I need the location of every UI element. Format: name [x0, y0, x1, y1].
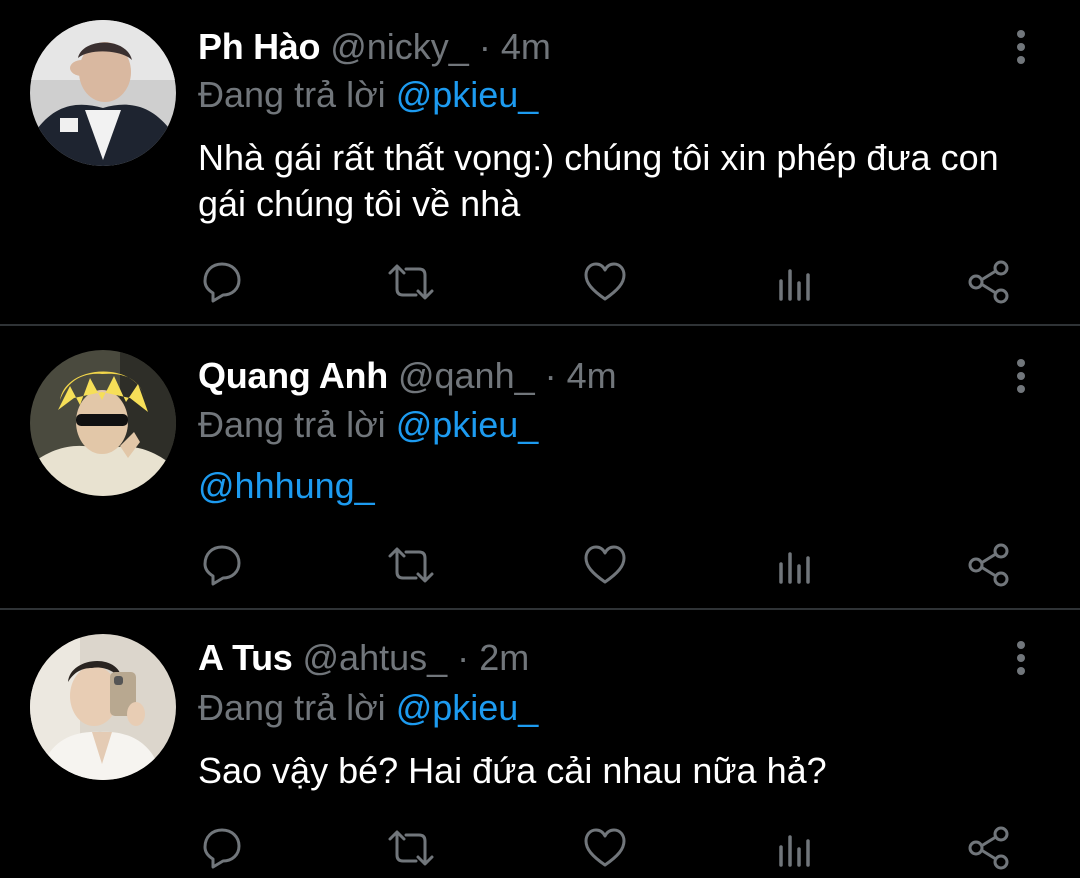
heart-icon — [584, 545, 626, 584]
action-bar — [0, 540, 1080, 590]
timestamp[interactable]: 4m — [567, 355, 617, 396]
user-handle[interactable]: @nicky_ — [330, 26, 469, 67]
replying-to-label: Đang trả lời — [198, 74, 386, 115]
retweet-arrows-icon — [388, 547, 434, 583]
like-button[interactable] — [580, 257, 630, 307]
tweet-text: Sao vậy bé? Hai đứa cải nhau nữa hả? — [198, 750, 827, 791]
views-button[interactable] — [772, 823, 822, 873]
bar-chart-icon — [779, 269, 810, 301]
timestamp[interactable]: 2m — [479, 637, 529, 678]
share-button[interactable] — [964, 257, 1014, 307]
tweet-text[interactable]: @hhhung_ — [198, 463, 1018, 509]
share-nodes-icon — [968, 260, 1009, 304]
action-bar — [0, 823, 1080, 873]
display-name[interactable]: Ph Hào — [198, 26, 321, 67]
separator-dot: · — [544, 355, 557, 396]
like-button[interactable] — [580, 823, 630, 873]
views-button[interactable] — [772, 257, 822, 307]
replying-to: Đang trả lời @pkieu_ — [198, 73, 538, 117]
vertical-dots-icon — [1017, 641, 1025, 675]
tweet[interactable]: A Tus @ahtus_ · 2m Đang trả lời @pkieu_ … — [0, 610, 1080, 878]
tweet-header: Quang Anh @qanh_ · 4m — [198, 354, 617, 398]
replying-to: Đang trả lời @pkieu_ — [198, 686, 538, 730]
mention-link[interactable]: @pkieu_ — [396, 404, 539, 445]
retweet-button[interactable] — [386, 823, 436, 873]
share-button[interactable] — [964, 823, 1014, 873]
speech-bubble-icon — [203, 262, 241, 303]
replying-to-label: Đang trả lời — [198, 404, 386, 445]
like-button[interactable] — [580, 540, 630, 590]
mention-link[interactable]: @pkieu_ — [396, 687, 539, 728]
action-bar — [0, 257, 1080, 307]
heart-icon — [584, 828, 626, 867]
bar-chart-icon — [779, 552, 810, 584]
avatar[interactable] — [30, 20, 176, 166]
tweet-header: Ph Hào @nicky_ · 4m — [198, 25, 551, 69]
reply-button[interactable] — [197, 540, 247, 590]
timestamp[interactable]: 4m — [501, 26, 551, 67]
vertical-dots-icon — [1017, 30, 1025, 64]
more-options-button[interactable] — [1004, 636, 1038, 680]
retweet-arrows-icon — [388, 830, 434, 866]
share-nodes-icon — [968, 543, 1009, 587]
retweet-arrows-icon — [388, 264, 434, 300]
separator-dot: · — [478, 26, 491, 67]
vertical-dots-icon — [1017, 359, 1025, 393]
more-options-button[interactable] — [1004, 354, 1038, 398]
share-nodes-icon — [968, 826, 1009, 870]
bar-chart-icon — [779, 835, 810, 867]
user-handle[interactable]: @qanh_ — [398, 355, 535, 396]
mention-link[interactable]: @pkieu_ — [396, 74, 539, 115]
user-handle[interactable]: @ahtus_ — [303, 637, 448, 678]
reply-button[interactable] — [197, 257, 247, 307]
avatar[interactable] — [30, 634, 176, 780]
tweet[interactable]: Ph Hào @nicky_ · 4m Đang trả lời @pkieu_… — [0, 0, 1080, 325]
tweet[interactable]: Quang Anh @qanh_ · 4m Đang trả lời @pkie… — [0, 326, 1080, 609]
tweet-header: A Tus @ahtus_ · 2m — [198, 636, 529, 680]
heart-icon — [584, 262, 626, 301]
tweet-text: Nhà gái rất thất vọng:) chúng tôi xin ph… — [198, 137, 999, 224]
share-button[interactable] — [964, 540, 1014, 590]
separator-dot: · — [457, 637, 470, 678]
retweet-button[interactable] — [386, 257, 436, 307]
avatar[interactable] — [30, 350, 176, 496]
speech-bubble-icon — [203, 828, 241, 869]
display-name[interactable]: Quang Anh — [198, 355, 388, 396]
replying-to: Đang trả lời @pkieu_ — [198, 403, 538, 447]
retweet-button[interactable] — [386, 540, 436, 590]
more-options-button[interactable] — [1004, 25, 1038, 69]
display-name[interactable]: A Tus — [198, 637, 293, 678]
reply-button[interactable] — [197, 823, 247, 873]
replying-to-label: Đang trả lời — [198, 687, 386, 728]
views-button[interactable] — [772, 540, 822, 590]
speech-bubble-icon — [203, 545, 241, 586]
